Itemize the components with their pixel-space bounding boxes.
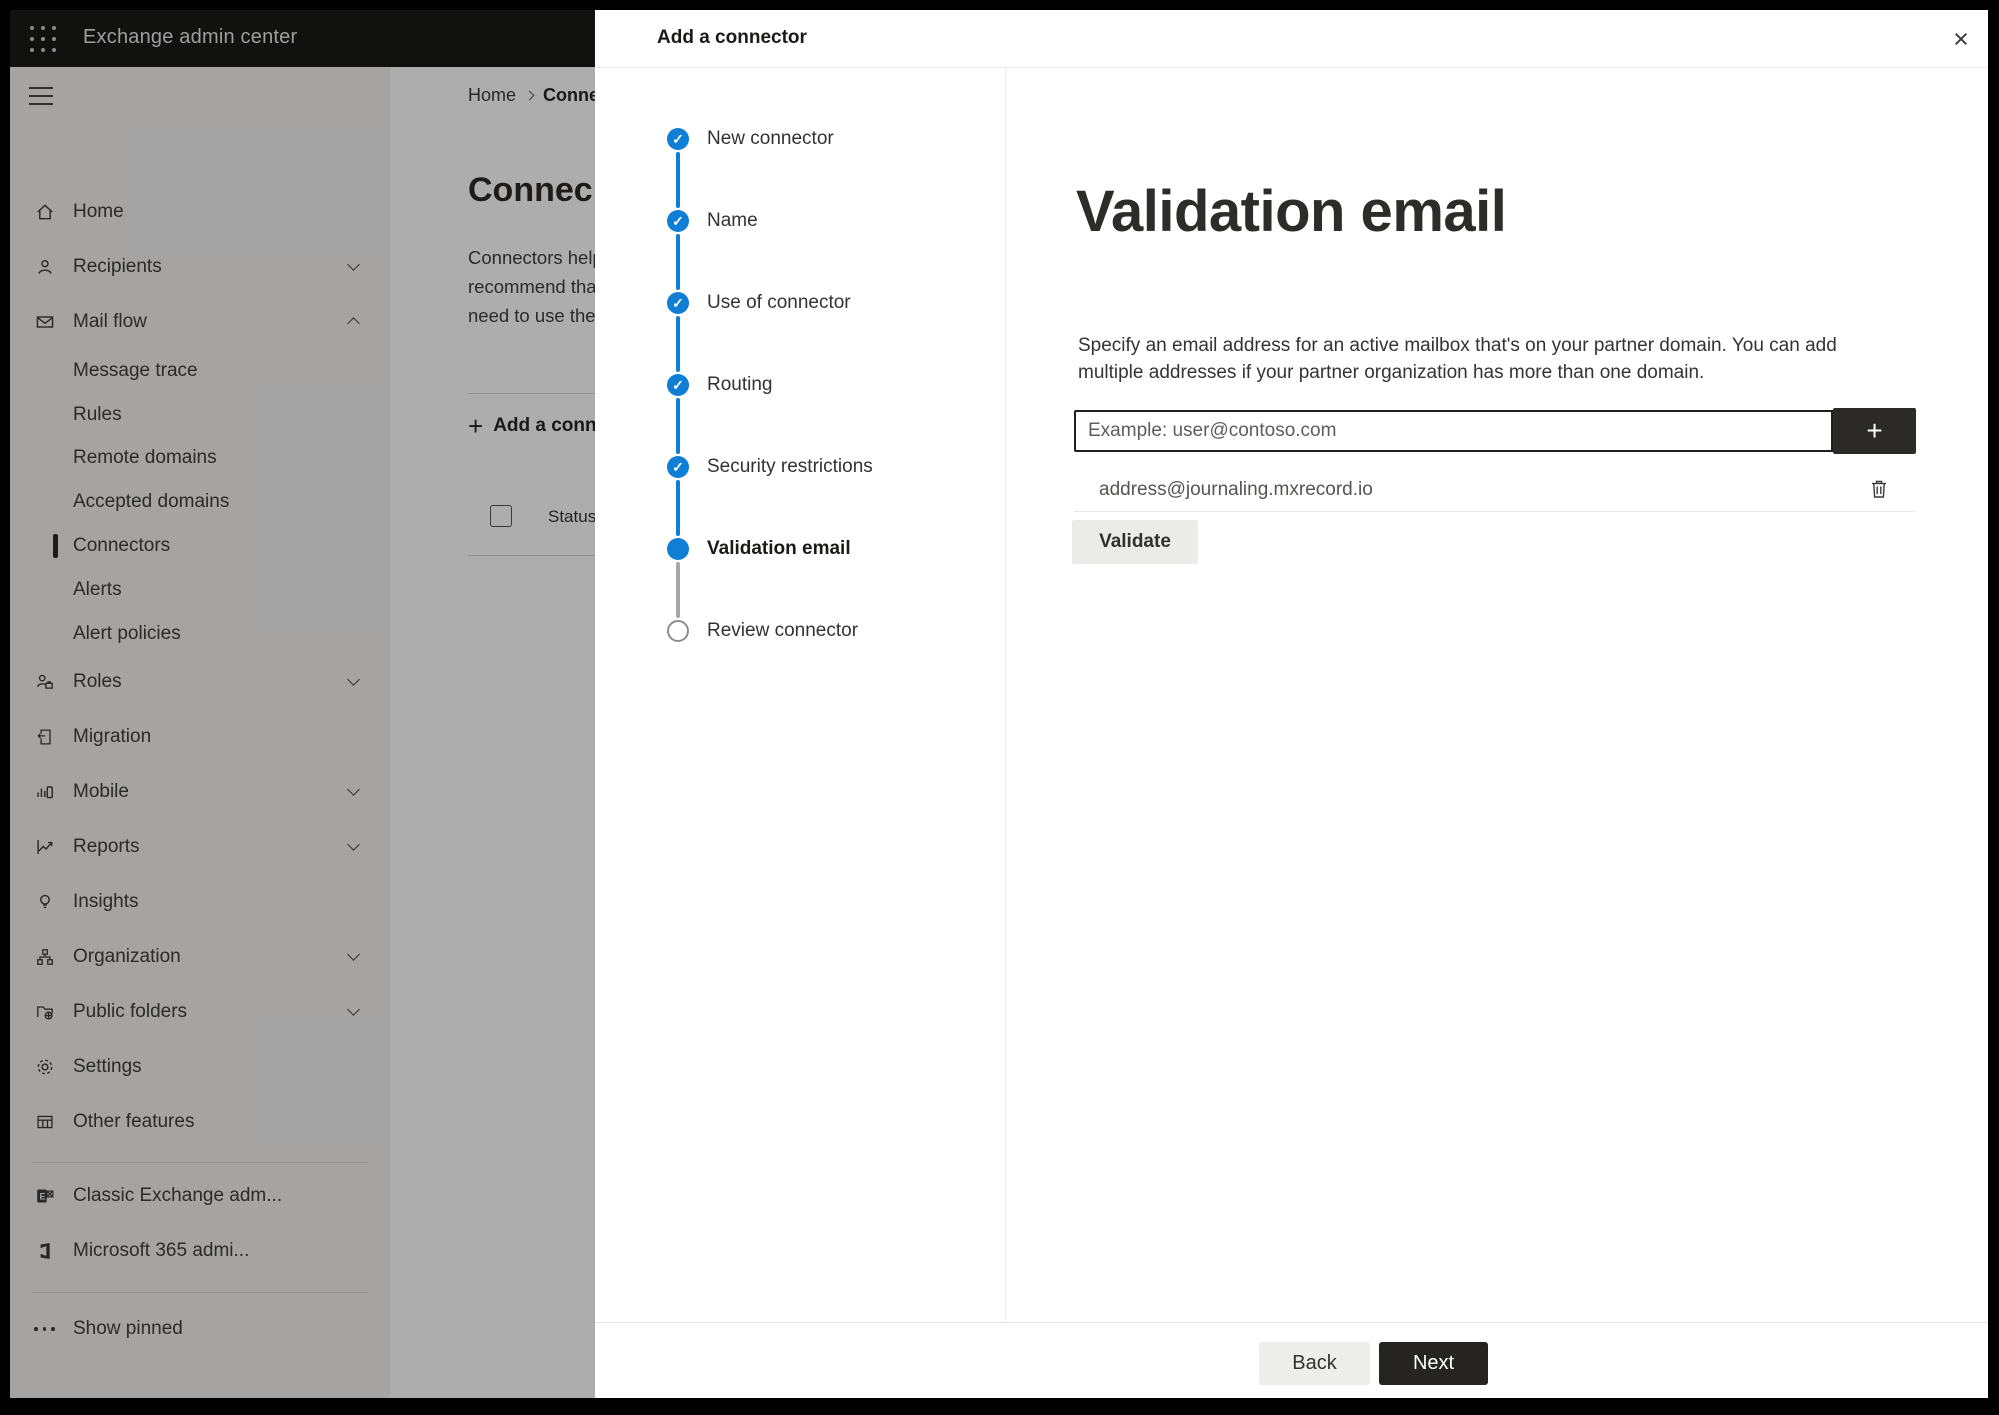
address-list-item: address@journaling.mxrecord.io <box>1074 468 1916 512</box>
step-routing[interactable]: ✓ Routing <box>667 367 773 403</box>
step-label: Validation email <box>707 538 851 559</box>
step-use-of-connector[interactable]: ✓ Use of connector <box>667 285 851 321</box>
step-completed-check-icon: ✓ <box>667 456 689 478</box>
step-connector-line <box>676 316 680 372</box>
steps-content-divider <box>1005 68 1006 1322</box>
close-icon[interactable]: × <box>1944 22 1978 56</box>
step-content-heading: Validation email <box>1076 179 1507 244</box>
step-security-restrictions[interactable]: ✓ Security restrictions <box>667 449 873 485</box>
step-label: Routing <box>707 374 773 395</box>
back-button[interactable]: Back <box>1259 1342 1370 1385</box>
panel-title: Add a connector <box>657 27 807 48</box>
delete-address-trash-icon[interactable] <box>1866 477 1892 503</box>
step-label: New connector <box>707 128 834 149</box>
app-window: Exchange admin center Home Recipients Ma… <box>10 10 1988 1398</box>
add-address-button[interactable]: + <box>1833 408 1916 454</box>
step-content-description: Specify an email address for an active m… <box>1078 335 1837 383</box>
add-connector-panel: Add a connector × ✓ New connector ✓ Name… <box>595 10 1988 1398</box>
validate-button[interactable]: Validate <box>1072 520 1198 564</box>
step-review-connector[interactable]: Review connector <box>667 613 858 649</box>
step-upcoming-circle-icon <box>667 620 689 642</box>
step-completed-check-icon: ✓ <box>667 292 689 314</box>
step-label: Use of connector <box>707 292 851 313</box>
step-completed-check-icon: ✓ <box>667 210 689 232</box>
step-completed-check-icon: ✓ <box>667 128 689 150</box>
step-connector-line <box>676 562 680 618</box>
next-button[interactable]: Next <box>1379 1342 1488 1385</box>
step-connector-line <box>676 398 680 454</box>
step-connector-line <box>676 480 680 536</box>
panel-header: Add a connector × <box>595 10 1988 68</box>
step-completed-check-icon: ✓ <box>667 374 689 396</box>
step-new-connector[interactable]: ✓ New connector <box>667 121 834 157</box>
step-name[interactable]: ✓ Name <box>667 203 758 239</box>
step-connector-line <box>676 152 680 208</box>
step-current-dot-icon <box>667 538 689 560</box>
panel-footer-divider <box>595 1322 1988 1323</box>
step-label: Name <box>707 210 758 231</box>
validation-email-input-row: + <box>1074 408 1916 454</box>
validation-email-input[interactable] <box>1074 410 1833 452</box>
step-label: Review connector <box>707 620 859 641</box>
step-label: Security restrictions <box>707 456 873 477</box>
address-value: address@journaling.mxrecord.io <box>1099 478 1373 500</box>
step-connector-line <box>676 234 680 290</box>
step-validation-email[interactable]: Validation email <box>667 531 851 567</box>
